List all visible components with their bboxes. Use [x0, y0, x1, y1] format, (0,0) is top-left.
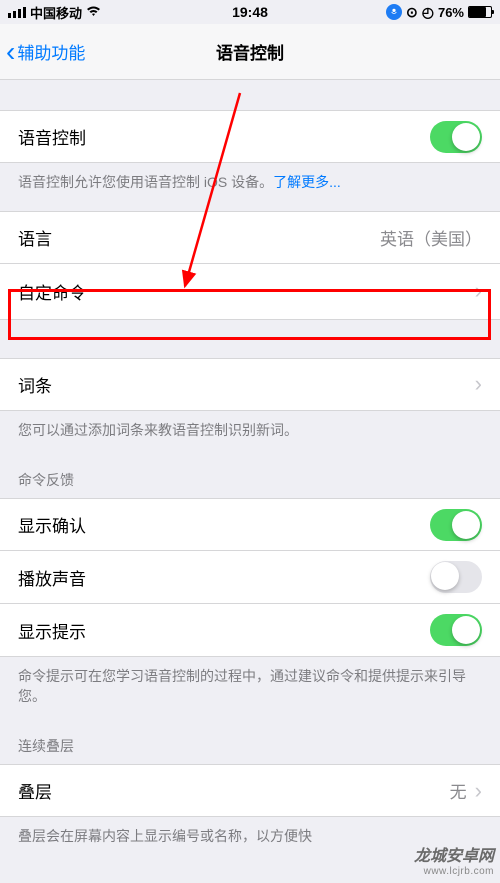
chevron-right-icon: ›	[475, 778, 482, 804]
status-time: 19:48	[232, 4, 268, 20]
language-value: 英语（美国）	[380, 225, 482, 250]
back-label: 辅助功能	[17, 39, 85, 64]
status-bar: 中国移动 19:48 ⊙ ◴ 76%	[0, 0, 500, 24]
back-button[interactable]: ‹ 辅助功能	[6, 38, 85, 66]
clock-icon: ◴	[422, 4, 434, 21]
navigation-bar: ‹ 辅助功能 语音控制	[0, 24, 500, 80]
show-hints-row[interactable]: 显示提示	[0, 604, 500, 657]
language-label: 语言	[18, 225, 380, 250]
battery-icon	[468, 6, 492, 18]
feedback-footer: 命令提示可在您学习语音控制的过程中，通过建议命令和提供提示来引导您。	[0, 657, 500, 716]
show-confirm-row[interactable]: 显示确认	[0, 498, 500, 551]
overlay-label: 叠层	[18, 778, 450, 803]
chevron-right-icon: ›	[475, 371, 482, 397]
overlay-footer: 叠层会在屏幕内容上显示编号或名称，以方便快	[0, 817, 500, 857]
voice-control-row[interactable]: 语音控制	[0, 110, 500, 163]
carrier-label: 中国移动	[30, 3, 82, 22]
overlay-header: 连续叠层	[0, 716, 500, 764]
voice-control-label: 语音控制	[18, 124, 430, 149]
overlay-value: 无	[450, 778, 467, 803]
play-sound-label: 播放声音	[18, 565, 430, 590]
vocabulary-row[interactable]: 词条 ›	[0, 358, 500, 411]
battery-percent: 76%	[438, 5, 464, 20]
voice-control-active-icon	[386, 4, 402, 20]
show-confirm-toggle[interactable]	[430, 509, 482, 541]
custom-commands-row[interactable]: 自定命令 ›	[0, 264, 500, 320]
vocabulary-footer: 您可以通过添加词条来教语音控制识别新词。	[0, 411, 500, 451]
page-title: 语音控制	[216, 39, 284, 64]
play-sound-row[interactable]: 播放声音	[0, 551, 500, 604]
chevron-left-icon: ‹	[6, 38, 15, 66]
chevron-right-icon: ›	[475, 278, 482, 304]
learn-more-link[interactable]: 了解更多...	[273, 174, 341, 190]
voice-control-toggle[interactable]	[430, 121, 482, 153]
show-hints-label: 显示提示	[18, 618, 430, 643]
signal-icon	[8, 7, 26, 18]
feedback-header: 命令反馈	[0, 450, 500, 498]
vocabulary-label: 词条	[18, 372, 467, 397]
language-row[interactable]: 语言 英语（美国）	[0, 211, 500, 264]
alarm-icon: ⊙	[406, 4, 418, 21]
overlay-row[interactable]: 叠层 无 ›	[0, 764, 500, 817]
custom-commands-label: 自定命令	[18, 279, 467, 304]
show-confirm-label: 显示确认	[18, 512, 430, 537]
status-right: ⊙ ◴ 76%	[386, 4, 492, 21]
voice-control-footer: 语音控制允许您使用语音控制 iOS 设备。了解更多...	[0, 163, 500, 203]
status-left: 中国移动	[8, 3, 101, 22]
wifi-icon	[86, 5, 101, 20]
show-hints-toggle[interactable]	[430, 614, 482, 646]
play-sound-toggle[interactable]	[430, 561, 482, 593]
